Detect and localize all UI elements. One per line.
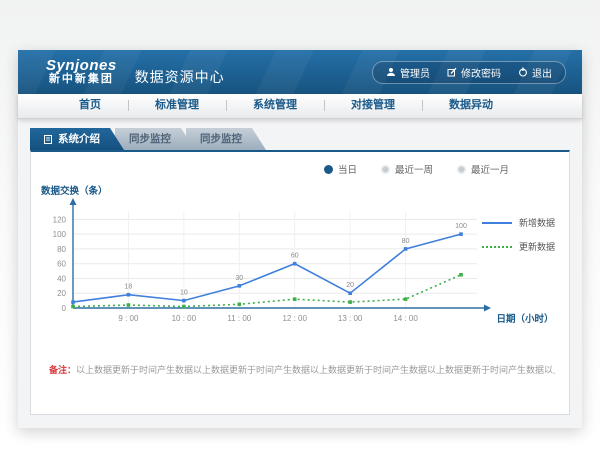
main-nav: 首页 标准管理 系统管理 对接管理 数据异动	[18, 94, 582, 119]
svg-text:100: 100	[455, 223, 467, 230]
power-icon	[518, 67, 528, 77]
radio-dot	[324, 165, 333, 174]
svg-text:30: 30	[235, 275, 243, 282]
logout-button[interactable]: 退出	[518, 65, 552, 80]
svg-text:10 : 00: 10 : 00	[172, 314, 197, 323]
svg-text:9 : 00: 9 : 00	[118, 314, 139, 323]
radio-last-month-label: 最近一月	[471, 162, 509, 176]
footnote-label: 备注：	[49, 365, 76, 375]
current-user-label: 管理员	[400, 65, 430, 80]
svg-text:数据交换（条）: 数据交换（条）	[40, 185, 108, 197]
svg-text:日期（小时）: 日期（小时）	[496, 313, 553, 325]
current-user-button[interactable]: 管理员	[386, 65, 430, 80]
tab-sync-monitor-1-label: 同步监控	[129, 128, 171, 150]
svg-text:13 : 00: 13 : 00	[338, 314, 363, 323]
edit-icon	[447, 67, 457, 77]
tab-system-intro[interactable]: 系统介绍	[30, 128, 124, 150]
svg-text:20: 20	[346, 282, 354, 289]
tab-sync-monitor-2-label: 同步监控	[200, 128, 242, 150]
radio-last-month[interactable]: 最近一月	[457, 162, 509, 176]
svg-text:18: 18	[125, 284, 133, 291]
user-toolbar: 管理员 修改密码 退出	[372, 61, 566, 84]
legend-new-data: 新增数据	[482, 216, 555, 229]
brand-logo-subtext: 新中新集团	[46, 74, 117, 86]
app-header: Synjones 新中新集团 数据资源中心 管理员 修改密码 退出	[18, 50, 582, 94]
tab-bar: 系统介绍 同步监控 同步监控	[18, 128, 582, 150]
radio-today-label: 当日	[338, 162, 357, 176]
svg-text:10: 10	[180, 290, 188, 297]
svg-text:60: 60	[57, 260, 66, 269]
chart-legend: 新增数据 更新数据	[482, 216, 555, 253]
app-window: Synjones 新中新集团 数据资源中心 管理员 修改密码 退出	[18, 50, 582, 428]
radio-dot	[381, 165, 390, 174]
brand-logo-text: Synjones	[46, 58, 117, 74]
footnote-text: 以上数据更新于时间产生数据以上数据更新于时间产生数据以上数据更新于时间产生数据以…	[76, 365, 555, 375]
legend-line-swatch	[482, 222, 512, 224]
legend-updated-data-label: 更新数据	[519, 240, 555, 253]
change-password-button[interactable]: 修改密码	[447, 65, 501, 80]
document-icon	[44, 135, 52, 144]
legend-line-swatch	[482, 246, 512, 248]
radio-dot	[457, 165, 466, 174]
nav-item-data-change[interactable]: 数据异动	[422, 94, 520, 118]
tab-sync-monitor-1[interactable]: 同步监控	[115, 128, 195, 150]
brand-logo: Synjones 新中新集团	[46, 58, 117, 85]
svg-text:40: 40	[57, 274, 66, 283]
change-password-label: 修改密码	[461, 65, 501, 80]
line-chart: 0 20 40 60 80 100 120 9 : 00 10 : 00 11 : 00 12 : …	[31, 178, 569, 330]
svg-text:80: 80	[57, 245, 66, 254]
svg-text:20: 20	[57, 289, 66, 298]
chart-panel: 当日 最近一周 最近一月 0 20 40 60 80 100 120 9 : 00 10 : 0…	[30, 150, 570, 415]
svg-text:100: 100	[53, 230, 67, 239]
svg-text:11 : 00: 11 : 00	[227, 314, 251, 323]
tab-sync-monitor-2[interactable]: 同步监控	[186, 128, 266, 150]
radio-last-week-label: 最近一周	[395, 162, 433, 176]
svg-text:60: 60	[291, 253, 299, 260]
page-title: 数据资源中心	[135, 67, 225, 87]
logout-label: 退出	[532, 65, 552, 80]
svg-text:80: 80	[402, 238, 410, 245]
user-icon	[386, 67, 396, 77]
legend-new-data-label: 新增数据	[519, 216, 555, 229]
svg-text:12 : 00: 12 : 00	[282, 314, 307, 323]
svg-text:120: 120	[53, 215, 67, 224]
content-area: 系统介绍 同步监控 同步监控 当日 最近一周	[18, 119, 582, 415]
nav-item-standard-mgmt[interactable]: 标准管理	[128, 94, 226, 118]
legend-updated-data: 更新数据	[482, 240, 555, 253]
svg-text:14 : 00: 14 : 00	[393, 314, 418, 323]
radio-today[interactable]: 当日	[324, 162, 357, 176]
svg-text:0: 0	[62, 304, 67, 313]
nav-item-system-mgmt[interactable]: 系统管理	[226, 94, 324, 118]
radio-last-week[interactable]: 最近一周	[381, 162, 433, 176]
tab-system-intro-label: 系统介绍	[58, 128, 100, 150]
footnote: 备注：以上数据更新于时间产生数据以上数据更新于时间产生数据以上数据更新于时间产生…	[49, 363, 555, 376]
nav-item-interface-mgmt[interactable]: 对接管理	[324, 94, 422, 118]
nav-item-home[interactable]: 首页	[52, 94, 128, 118]
time-range-filter: 当日 最近一周 最近一月	[31, 152, 569, 176]
